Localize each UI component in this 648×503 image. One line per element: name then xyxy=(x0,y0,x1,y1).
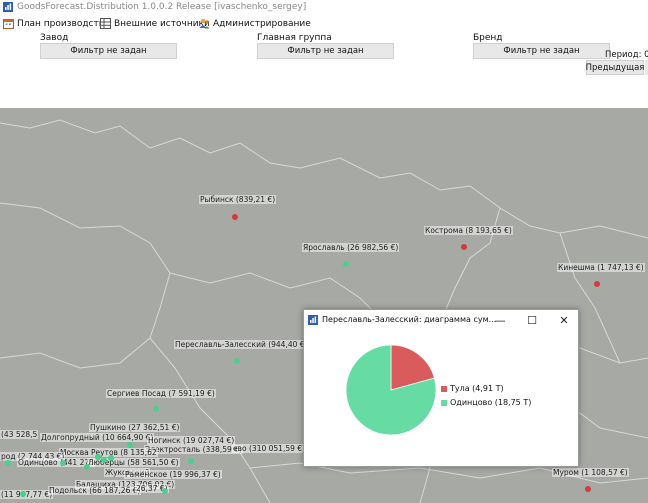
filter-plant-button[interactable]: Фильтр не задан xyxy=(40,43,177,59)
menu-administration[interactable]: Администрирование xyxy=(199,17,311,30)
minimize-button[interactable]: — xyxy=(490,312,510,328)
city-label-murom: Муром (1 108,57 €) xyxy=(552,468,629,477)
city-label-pushkino: Пушкино (27 362,51 €) xyxy=(89,423,181,432)
city-marker-balashikha[interactable] xyxy=(108,455,114,461)
menu-external-sources-label: Внешние источники xyxy=(114,18,210,29)
calendar-icon xyxy=(3,19,14,29)
city-label-noginsk: Ногинск (19 027,74 €) xyxy=(147,436,236,445)
city-label-ramenskoye: Раменское (19 996,37 €) xyxy=(124,470,222,479)
window-title: GoodsForecast.Distribution 1.0.0.2 Relea… xyxy=(17,2,307,12)
city-marker-kostroma[interactable] xyxy=(461,244,467,250)
city-marker-reutov[interactable] xyxy=(101,457,107,463)
city-marker-pereslavl[interactable] xyxy=(234,358,240,364)
pie-chart-window[interactable]: Переславль-Залесский: диаграмма сум... —… xyxy=(303,309,579,467)
period-label: Период: 01 xyxy=(605,50,648,60)
filter-main-group-label: Главная группа xyxy=(257,33,332,43)
previous-period-button[interactable]: Предыдущая xyxy=(586,60,644,75)
menu-administration-label: Администрирование xyxy=(213,18,311,29)
menu-bar: План производства Внешние источники Адми… xyxy=(0,15,648,31)
city-label-rybinsk: Рыбинск (839,21 €) xyxy=(199,195,277,204)
window-titlebar: GoodsForecast.Distribution 1.0.0.2 Relea… xyxy=(0,0,648,15)
filter-plant-label: Завод xyxy=(40,33,69,43)
city-marker-partial-4[interactable] xyxy=(20,491,26,497)
city-marker-noginsk[interactable] xyxy=(127,442,133,448)
legend-label-odintsovo: Одинцово (18,75 Т) xyxy=(450,398,532,407)
city-label-dolgoprudny: Долгопрудный (10 664,90 €) xyxy=(40,433,155,442)
city-label-pereslavl: Переславль-Залесский (944,40 €) xyxy=(174,340,309,349)
legend-swatch-tula xyxy=(441,385,447,392)
city-marker-murom[interactable] xyxy=(585,486,591,492)
maximize-button[interactable]: ☐ xyxy=(522,312,542,328)
city-label-sergiev-posad: Сергиев Посад (7 591,19 €) xyxy=(106,389,216,398)
city-label-podolsk: Подольск (66 187,26 €) xyxy=(48,486,142,495)
city-marker-yaroslavl[interactable] xyxy=(343,261,349,267)
filter-main-group-button[interactable]: Фильтр не задан xyxy=(257,43,394,59)
city-marker-partial-3[interactable] xyxy=(5,460,11,466)
city-marker-kineshma[interactable] xyxy=(594,281,600,287)
filter-panel: Завод Фильтр не задан Главная группа Фил… xyxy=(0,31,648,108)
legend-swatch-odintsovo xyxy=(441,399,447,406)
legend-item-odintsovo: Одинцово (18,75 Т) xyxy=(441,398,531,407)
menu-external-sources[interactable]: Внешние источники xyxy=(100,17,210,30)
close-button[interactable]: ✕ xyxy=(554,312,574,328)
users-icon xyxy=(199,18,210,29)
app-icon xyxy=(3,2,13,12)
city-label-partial-2: ево (310 051,59 €) xyxy=(232,444,306,453)
city-marker-odintsovo[interactable] xyxy=(60,460,66,466)
city-marker-ramenskoye[interactable] xyxy=(162,488,168,494)
city-label-kostroma: Кострома (8 193,65 €) xyxy=(424,226,513,235)
menu-production-plan[interactable]: План производства xyxy=(3,17,110,30)
grid-icon xyxy=(100,18,111,29)
city-marker-rybinsk[interactable] xyxy=(232,214,238,220)
filter-brand-label: Бренд xyxy=(473,33,503,43)
city-label-kineshma: Кинешма (1 747,13 €) xyxy=(557,263,645,272)
city-label-partial-1: (43 528,5 xyxy=(0,430,39,439)
city-marker-lyubertsy[interactable] xyxy=(84,464,90,470)
filter-brand-button[interactable]: Фильтр не задан xyxy=(473,43,610,59)
menu-production-plan-label: План производства xyxy=(17,18,110,29)
city-label-partial-4: (11 967,77 €) xyxy=(0,490,54,499)
city-label-yaroslavl: Ярославль (26 982,56 €) xyxy=(302,243,400,252)
popup-title: Переславль-Залесский: диаграмма сум... xyxy=(322,315,497,324)
city-marker-sergiev-posad[interactable] xyxy=(153,406,159,412)
legend-item-tula: Тула (4,91 Т) xyxy=(441,384,504,393)
city-marker-elektrostal[interactable] xyxy=(188,458,194,464)
legend-label-tula: Тула (4,91 Т) xyxy=(450,384,504,393)
app-icon xyxy=(308,315,318,325)
city-label-elektrostal: Электросталь (338,59 €) xyxy=(144,445,243,454)
